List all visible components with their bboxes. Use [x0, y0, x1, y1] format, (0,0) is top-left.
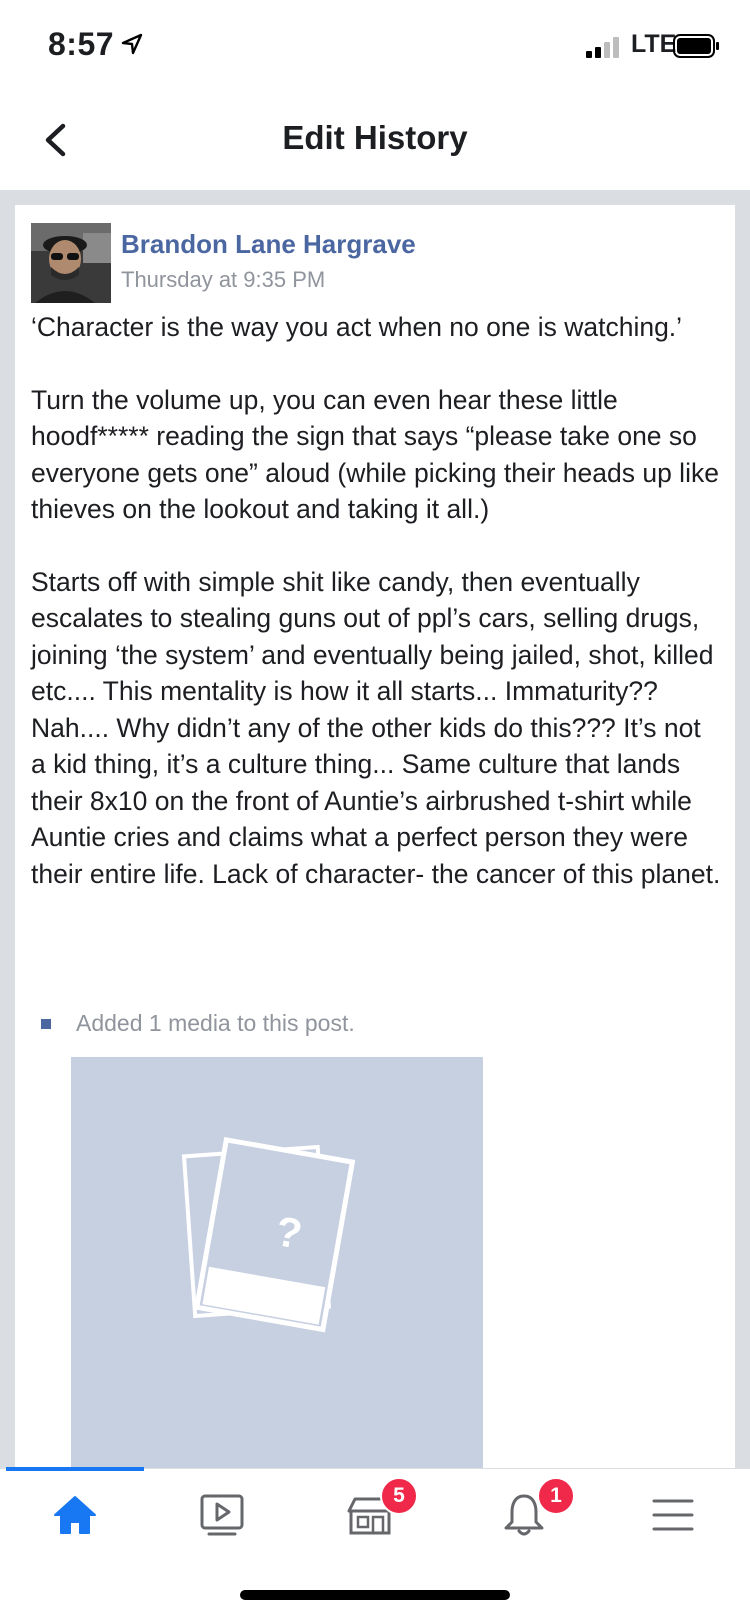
battery-icon	[673, 34, 719, 58]
page-title: Edit History	[282, 119, 468, 156]
tab-bar: 5 1	[0, 1467, 750, 1559]
post-paragraph: Turn the volume up, you can even hear th…	[31, 384, 719, 525]
author-name[interactable]: Brandon Lane Hargrave	[121, 229, 416, 260]
post-body: ‘Character is the way you act when no on…	[31, 309, 721, 928]
tab-menu[interactable]	[643, 1485, 703, 1545]
media-edit-note: Added 1 media to this post.	[41, 1010, 355, 1037]
network-type: LTE	[631, 30, 677, 58]
post-paragraph: Starts off with simple shit like candy, …	[31, 566, 721, 889]
tab-video[interactable]	[192, 1485, 252, 1545]
active-tab-indicator	[6, 1467, 144, 1471]
home-icon	[54, 1496, 96, 1534]
post-card: Brandon Lane Hargrave Thursday at 9:35 P…	[15, 205, 735, 1470]
marketplace-badge: 5	[380, 1477, 418, 1515]
location-arrow-icon	[121, 33, 143, 55]
nav-header: Edit History	[0, 95, 750, 190]
video-icon	[200, 1494, 244, 1536]
cellular-signal-icon	[586, 37, 619, 58]
post-timestamp[interactable]: Thursday at 9:35 PM	[121, 267, 325, 293]
post-paragraph: ‘Character is the way you act when no on…	[31, 312, 683, 342]
status-bar: 8:57 LTE	[0, 0, 750, 90]
profile-photo	[31, 223, 111, 303]
media-edit-note-text: Added 1 media to this post.	[76, 1010, 355, 1036]
media-placeholder[interactable]: ?	[71, 1057, 483, 1470]
notifications-badge: 1	[537, 1477, 575, 1515]
bullet-icon	[41, 1018, 51, 1029]
missing-photo-icon: ?	[181, 1136, 356, 1333]
menu-icon	[652, 1499, 694, 1531]
avatar[interactable]	[31, 223, 111, 303]
tab-home[interactable]	[45, 1485, 105, 1545]
home-indicator[interactable]	[240, 1590, 510, 1600]
status-time: 8:57	[48, 26, 115, 62]
